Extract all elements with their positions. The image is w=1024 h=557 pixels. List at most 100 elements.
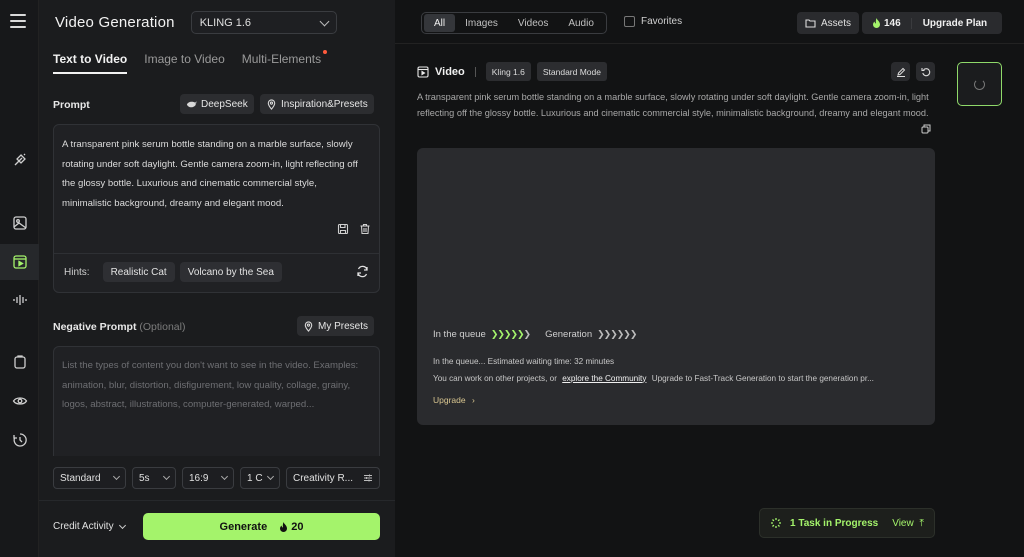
- pencil-icon: [896, 67, 905, 77]
- view-tasks-label: View: [892, 517, 914, 529]
- my-presets-button[interactable]: My Presets: [297, 316, 375, 336]
- progress-steps: In the queue ❯❯❯❯❯❯ Generation ❯❯❯❯❯❯: [433, 329, 637, 340]
- duration-select[interactable]: 5s: [132, 467, 176, 489]
- bag-icon[interactable]: [0, 344, 39, 380]
- video-title: Video: [435, 65, 465, 78]
- sliders-icon: [364, 474, 372, 482]
- queue-other-suffix: Upgrade to Fast-Track Generation to star…: [651, 373, 874, 383]
- video-description: A transparent pink serum bottle standing…: [417, 92, 929, 118]
- deepseek-label: DeepSeek: [201, 98, 248, 110]
- explore-community-link[interactable]: explore the Community: [562, 374, 646, 383]
- mode-select-value: Standard: [60, 472, 101, 484]
- generate-cost: 20: [279, 521, 303, 533]
- generate-button[interactable]: Generate 20: [143, 513, 380, 540]
- aspect-ratio-select[interactable]: 16:9: [182, 467, 234, 489]
- queue-other-prefix: You can work on other projects, or: [433, 373, 557, 383]
- chevron-right-icon: ›: [471, 395, 475, 405]
- loading-spinner-icon: [771, 518, 781, 528]
- divider: [474, 66, 476, 77]
- divider: [54, 253, 379, 254]
- count-select-value: 1 C: [247, 472, 263, 484]
- chevron-down-icon: [319, 16, 330, 26]
- regenerate-button[interactable]: [916, 62, 935, 81]
- hint-chip-volcano[interactable]: Volcano by the Sea: [179, 262, 282, 282]
- negative-prompt-title: Negative Prompt: [53, 321, 137, 333]
- generation-step-label: Generation: [545, 329, 593, 340]
- model-select-value: KLING 1.6: [199, 16, 252, 29]
- tab-multi-elements[interactable]: Multi-Elements: [241, 50, 328, 74]
- trash-icon[interactable]: [359, 223, 371, 235]
- flame-icon: [280, 521, 288, 532]
- upgrade-link[interactable]: Upgrade ›: [433, 395, 475, 405]
- queue-arrows: ❯❯❯❯❯❯: [490, 329, 531, 339]
- favorites-checkbox[interactable]: [624, 16, 635, 27]
- favorites-toggle[interactable]: Favorites: [624, 16, 682, 27]
- magic-wand-icon[interactable]: [0, 142, 39, 178]
- tab-image-to-video[interactable]: Image to Video: [144, 52, 225, 74]
- creativity-select-value: Creativity R...: [293, 472, 354, 484]
- deepseek-button[interactable]: DeepSeek: [180, 94, 254, 114]
- credit-activity-button[interactable]: Credit Activity: [53, 521, 126, 532]
- history-icon[interactable]: [0, 422, 39, 458]
- video-icon: [417, 65, 429, 78]
- credit-activity-label: Credit Activity: [53, 521, 114, 532]
- inspiration-presets-button[interactable]: Inspiration&Presets: [260, 94, 374, 114]
- optional-label: (Optional): [139, 321, 186, 333]
- aspect-ratio-value: 16:9: [189, 472, 209, 484]
- location-pin-icon: [304, 320, 313, 332]
- generation-panel: Video Generation KLING 1.6 Text to Video…: [39, 0, 395, 557]
- chevron-down-icon: [112, 472, 121, 481]
- view-tasks-button[interactable]: View ⤒: [892, 518, 924, 529]
- filter-images[interactable]: Images: [455, 14, 508, 32]
- credits-balance[interactable]: 146: [862, 17, 912, 29]
- arrow-up-icon: ⤒: [919, 517, 924, 529]
- undo-icon: [920, 67, 930, 76]
- folder-icon: [805, 19, 816, 28]
- video-thumbnail[interactable]: [957, 62, 1002, 106]
- assets-label: Assets: [821, 17, 852, 29]
- filter-videos[interactable]: Videos: [508, 14, 558, 32]
- favorites-label: Favorites: [641, 16, 683, 27]
- duration-select-value: 5s: [139, 472, 150, 484]
- credits-value: 146: [884, 17, 901, 29]
- edit-button[interactable]: [891, 62, 910, 81]
- upgrade-link-label: Upgrade: [433, 395, 466, 405]
- hint-chip-realistic-cat[interactable]: Realistic Cat: [102, 262, 175, 282]
- mode-select[interactable]: Standard: [53, 467, 126, 489]
- top-bar: All Images Videos Audio Favorites Assets…: [395, 0, 1024, 44]
- count-select[interactable]: 1 C: [240, 467, 280, 489]
- main-area: All Images Videos Audio Favorites Assets…: [395, 0, 1024, 557]
- video-icon[interactable]: [0, 244, 39, 280]
- model-select[interactable]: KLING 1.6: [190, 11, 337, 34]
- prompt-input[interactable]: A transparent pink serum bottle standing…: [53, 124, 380, 293]
- refresh-icon[interactable]: [356, 265, 369, 278]
- filter-all[interactable]: All: [424, 14, 456, 32]
- creativity-select[interactable]: Creativity R...: [286, 467, 380, 489]
- asset-filter: All Images Videos Audio: [421, 12, 607, 34]
- upgrade-plan-button[interactable]: Upgrade Plan: [912, 18, 998, 29]
- location-pin-icon: [267, 98, 276, 110]
- save-icon[interactable]: [337, 223, 349, 235]
- generation-options: Standard 5s 16:9 1 C Creativity R...: [53, 467, 380, 489]
- copy-icon[interactable]: [921, 124, 931, 134]
- chevron-down-icon: [162, 472, 171, 481]
- tab-multi-elements-label: Multi-Elements: [241, 52, 322, 66]
- mode-tag: Standard Mode: [536, 62, 607, 81]
- menu-icon[interactable]: [10, 14, 26, 28]
- negative-prompt-placeholder: List the types of content you don't want…: [62, 360, 359, 410]
- new-dot-badge: [323, 50, 328, 54]
- flame-icon: [873, 18, 880, 28]
- hints-row: Hints: Realistic Cat Volcano by the Sea: [64, 262, 282, 282]
- inspiration-presets-label: Inspiration&Presets: [281, 98, 368, 110]
- audio-icon[interactable]: [0, 282, 39, 318]
- panel-footer: Credit Activity Generate 20: [39, 500, 395, 557]
- tab-text-to-video[interactable]: Text to Video: [53, 52, 128, 74]
- task-progress-toast: 1 Task in Progress View ⤒: [759, 508, 935, 538]
- assets-button[interactable]: Assets: [797, 12, 860, 34]
- negative-prompt-input[interactable]: List the types of content you don't want…: [53, 346, 380, 456]
- image-icon[interactable]: [0, 205, 39, 241]
- eye-icon[interactable]: [0, 383, 39, 419]
- prompt-text[interactable]: A transparent pink serum bottle standing…: [62, 135, 367, 213]
- filter-audio[interactable]: Audio: [558, 14, 604, 32]
- queue-info: In the queue... Estimated waiting time: …: [433, 354, 923, 387]
